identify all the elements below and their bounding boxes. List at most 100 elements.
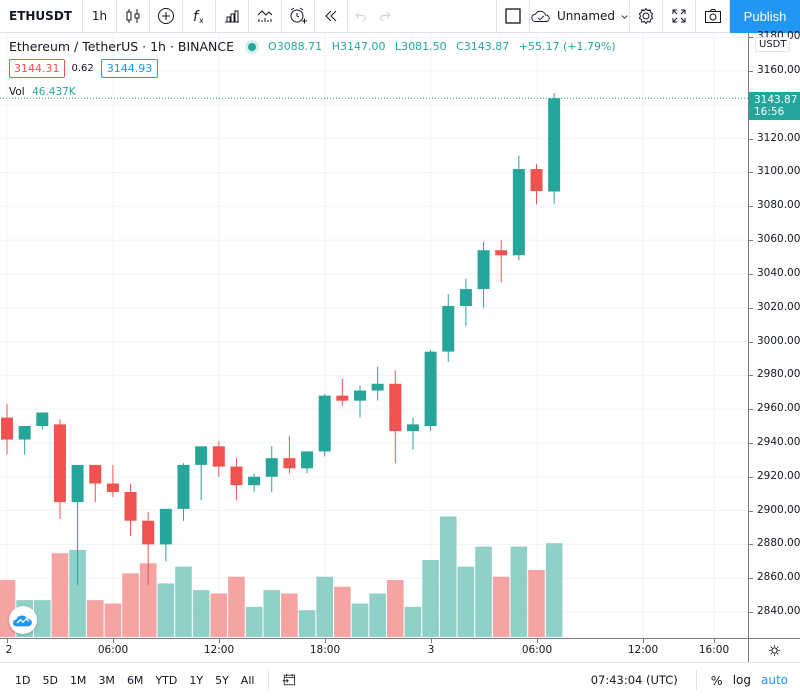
indicators-button[interactable]: fx: [183, 0, 216, 33]
price-label: 2960.00: [757, 402, 800, 415]
candle: [389, 370, 402, 464]
range-button-1y[interactable]: 1Y: [183, 674, 209, 687]
time-tick: [714, 639, 715, 643]
replay-button[interactable]: [315, 0, 348, 33]
publish-button[interactable]: Publish: [730, 0, 800, 33]
goto-date-icon[interactable]: [281, 672, 297, 688]
volume-bar: [422, 559, 439, 637]
candle: [371, 366, 384, 401]
plus-circle-icon: [158, 8, 174, 24]
fullscreen-button[interactable]: [663, 0, 696, 33]
volume-bar: [175, 566, 192, 637]
candle: [124, 483, 137, 536]
chart-legend: Ethereum / TetherUS · 1h · BINANCE O3088…: [9, 39, 622, 54]
interval-button[interactable]: 1h: [83, 0, 117, 33]
save-layout-button[interactable]: Unnamed: [530, 0, 630, 33]
axis-settings-button[interactable]: [748, 638, 800, 662]
candle: [212, 441, 225, 477]
redo-icon[interactable]: [378, 9, 392, 23]
candle: [283, 436, 296, 474]
range-button-1d[interactable]: 1D: [0, 674, 36, 687]
candlestick-chart: [0, 33, 748, 638]
bottom-toolbar: 1D 5D 1M 3M 6M YTD 1Y 5Y All 07:43:04 (UTC) % lo…: [0, 662, 800, 697]
cloud-check-icon: [531, 10, 550, 22]
bid-ask-panel: 3144.31 0.62 3144.93: [9, 59, 159, 78]
price-tick: [749, 544, 753, 546]
candle: [36, 412, 49, 430]
close-value: C3143.87: [456, 40, 510, 53]
candle-body: [442, 305, 455, 352]
symbol-search-button[interactable]: ETHUSDT: [0, 0, 83, 33]
volume-bar: [210, 593, 228, 637]
candle-body: [495, 250, 508, 256]
time-tick: [537, 639, 538, 643]
compare-icon: [257, 10, 273, 22]
range-button-3m[interactable]: 3M: [92, 674, 121, 687]
volume-bar: [545, 543, 563, 637]
volume-legend: Vol 46.437K: [9, 86, 76, 98]
time-label: 06:00: [521, 644, 553, 656]
chart-type-button[interactable]: [117, 0, 150, 33]
undo-icon[interactable]: [354, 9, 368, 23]
time-label: 2: [5, 644, 13, 656]
compare-button[interactable]: [249, 0, 282, 33]
currency-badge[interactable]: USDT: [755, 37, 791, 52]
symbol-title: Ethereum / TetherUS · 1h · BINANCE: [9, 39, 235, 54]
candle-body: [424, 351, 437, 427]
price-label: 3080.00: [757, 199, 800, 212]
candle-body: [406, 424, 419, 432]
time-label: 18:00: [309, 644, 341, 656]
candle-body: [512, 169, 525, 256]
alert-button[interactable]: [282, 0, 315, 33]
templates-button[interactable]: [216, 0, 249, 33]
auto-scale-toggle[interactable]: auto: [761, 673, 788, 687]
volume-bar: [351, 603, 369, 637]
range-button-5d[interactable]: 5D: [36, 674, 63, 687]
time-label: 06:00: [97, 644, 129, 656]
percent-scale-toggle[interactable]: %: [711, 673, 723, 688]
tradingview-logo[interactable]: [9, 606, 37, 634]
sell-price-button[interactable]: 3144.31: [9, 59, 65, 78]
range-button-ytd[interactable]: YTD: [149, 674, 183, 687]
range-button-6m[interactable]: 6M: [121, 674, 150, 687]
candle-body: [89, 464, 102, 484]
market-status-dot[interactable]: [248, 42, 257, 51]
replay-icon: [325, 10, 337, 22]
last-price-value: 3143.87: [754, 94, 798, 107]
volume-bar: [404, 606, 422, 637]
price-tick: [749, 476, 753, 478]
price-label: 3040.00: [757, 266, 800, 279]
log-scale-toggle[interactable]: log: [733, 673, 751, 687]
chevron-down-icon: [621, 14, 628, 19]
buy-price-button[interactable]: 3144.93: [100, 59, 159, 78]
settings-button[interactable]: [630, 0, 663, 33]
candle-body: [301, 451, 314, 469]
candle: [424, 349, 437, 432]
price-tick: [749, 240, 753, 242]
gear-icon: [769, 645, 780, 656]
layout-name: Unnamed: [556, 9, 616, 23]
price-tick: [749, 375, 753, 377]
price-tick: [749, 172, 753, 174]
volume-value: 46.437K: [32, 86, 76, 98]
candle-body: [159, 508, 172, 545]
volume-bar: [228, 576, 245, 637]
layout-select-button[interactable]: [497, 0, 530, 33]
range-button-1m[interactable]: 1M: [64, 674, 93, 687]
range-button-5y[interactable]: 5Y: [209, 674, 235, 687]
time-axis[interactable]: 2 06:00 12:00 18:00 3 06:00 12:00 16:00: [0, 638, 748, 662]
snapshot-button[interactable]: [696, 0, 730, 33]
bottom-right-group: 07:43:04 (UTC) % log auto: [591, 663, 800, 697]
time-label: 3: [427, 644, 435, 656]
price-axis[interactable]: 2840.00 2860.00 2880.00 2900.00 2920.00 2940.…: [748, 30, 800, 638]
price-tick: [749, 206, 753, 208]
candle-body: [389, 383, 402, 432]
utc-clock[interactable]: 07:43:04 (UTC): [591, 673, 678, 687]
price-tick: [749, 409, 753, 411]
high-value: H3147.00: [331, 40, 386, 53]
candle-body: [354, 390, 366, 401]
chart-pane[interactable]: Ethereum / TetherUS · 1h · BINANCE O3088…: [0, 33, 748, 638]
compare-symbol-button[interactable]: [150, 0, 183, 33]
time-label: 12:00: [203, 644, 235, 656]
range-button-all[interactable]: All: [235, 674, 261, 687]
